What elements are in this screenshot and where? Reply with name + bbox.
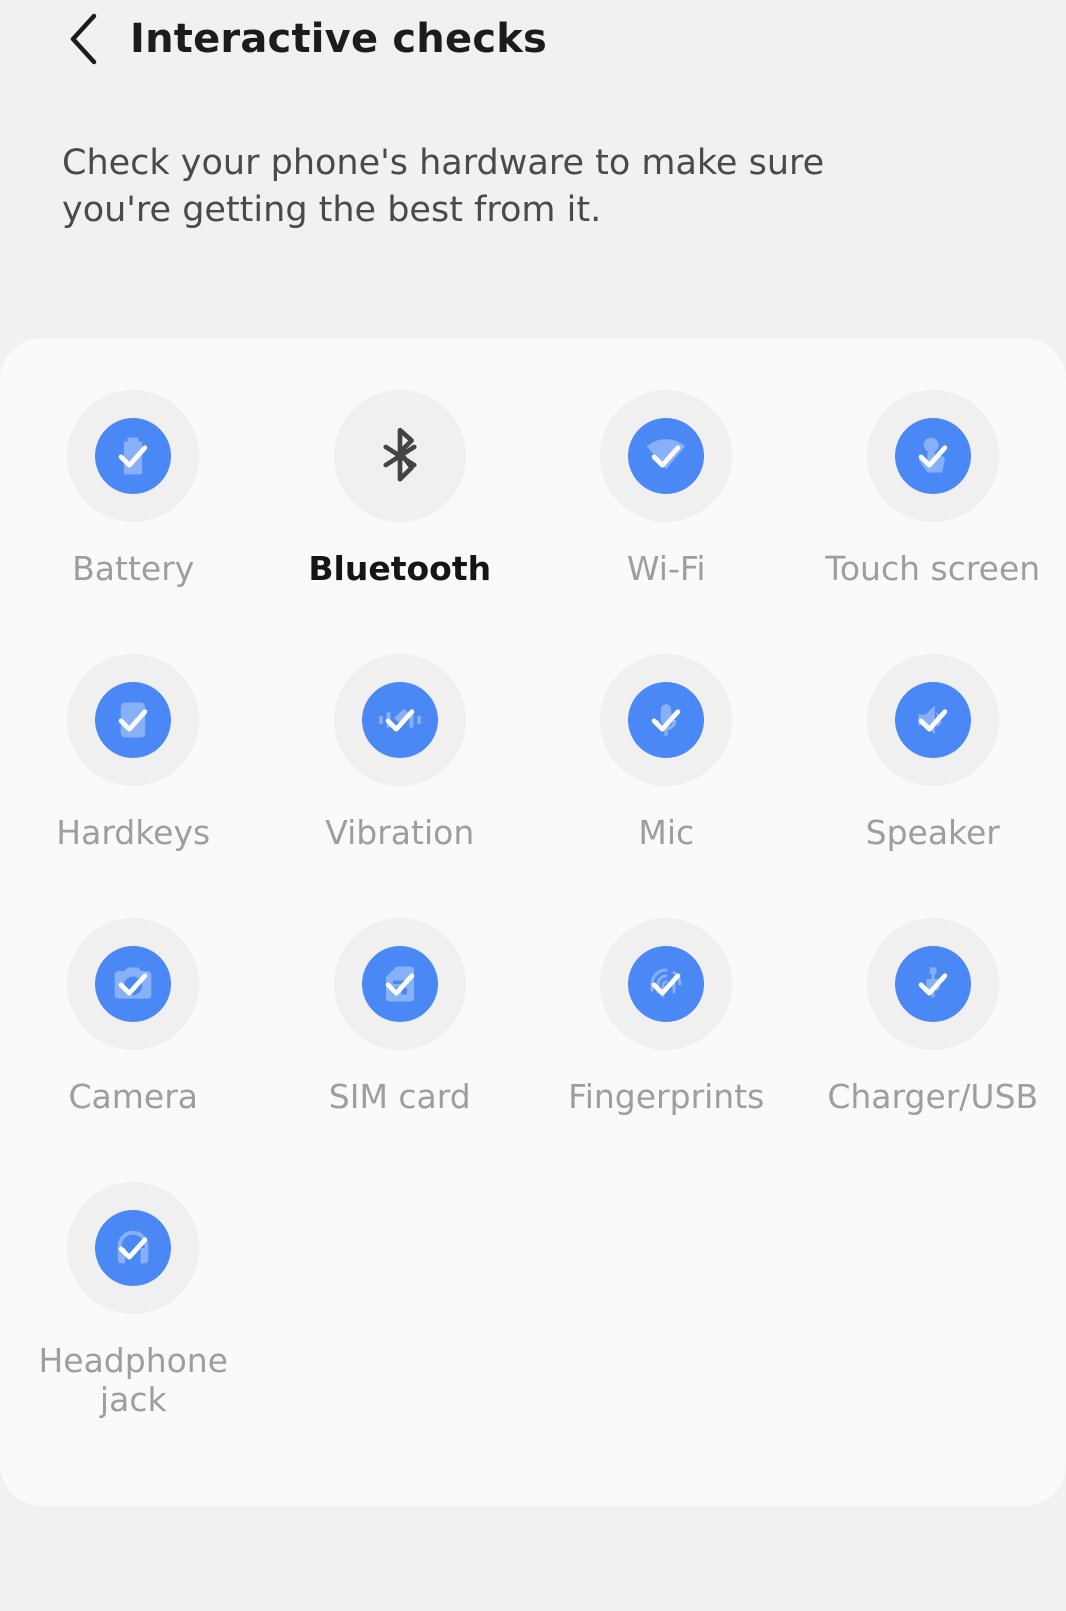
- check-item-label: Wi-Fi: [626, 549, 706, 588]
- check-icon-disc: [866, 654, 999, 786]
- check-icon-disc: [600, 918, 733, 1050]
- check-item-label: Camera: [68, 1077, 198, 1116]
- checkmark-icon: [378, 698, 422, 742]
- check-complete-badge: [894, 682, 971, 758]
- checkmark-icon: [111, 1226, 155, 1270]
- checkmark-icon: [911, 434, 955, 478]
- app-bar: Interactive checks: [0, 0, 1066, 78]
- check-icon-disc: [866, 390, 999, 522]
- check-item-label: Bluetooth: [308, 549, 492, 588]
- check-icon-disc: [67, 390, 200, 522]
- check-complete-badge: [95, 1210, 172, 1286]
- check-item-label: Charger/USB: [827, 1077, 1039, 1116]
- check-complete-badge: [894, 946, 971, 1022]
- checkmark-icon: [111, 962, 155, 1006]
- bluetooth-icon: [369, 425, 431, 487]
- check-complete-badge: [628, 418, 705, 494]
- back-button[interactable]: [56, 12, 110, 66]
- check-complete-badge: [361, 682, 438, 758]
- check-item-label: Battery: [72, 549, 195, 588]
- check-item-camera[interactable]: Camera: [0, 918, 267, 1182]
- checkmark-icon: [111, 434, 155, 478]
- check-item-fingerprints[interactable]: Fingerprints: [533, 918, 800, 1182]
- check-item-touch-screen[interactable]: Touch screen: [800, 390, 1066, 654]
- check-item-label: Vibration: [325, 813, 475, 852]
- check-complete-badge: [628, 946, 705, 1022]
- checks-grid: Battery Bluetooth Wi-Fi Touch screen Hardkey…: [0, 338, 1066, 1446]
- check-icon-disc: [67, 918, 200, 1050]
- check-icon-disc: [67, 1182, 200, 1314]
- check-icon-disc: [333, 918, 466, 1050]
- checks-card: Battery Bluetooth Wi-Fi Touch screen Hardkey…: [0, 338, 1066, 1506]
- check-complete-badge: [628, 682, 705, 758]
- checkmark-icon: [378, 962, 422, 1006]
- check-icon-disc: [866, 918, 999, 1050]
- check-item-headphone-jack[interactable]: Headphone jack: [0, 1182, 267, 1446]
- check-complete-badge: [95, 682, 172, 758]
- checkmark-icon: [644, 962, 688, 1006]
- check-item-battery[interactable]: Battery: [0, 390, 267, 654]
- check-item-wi-fi[interactable]: Wi-Fi: [533, 390, 800, 654]
- chevron-left-icon: [66, 12, 100, 66]
- check-item-label: SIM card: [328, 1077, 471, 1116]
- check-icon-disc: [600, 390, 733, 522]
- check-item-hardkeys[interactable]: Hardkeys: [0, 654, 267, 918]
- check-icon-disc: [600, 654, 733, 786]
- description-text: Check your phone's hardware to make sure…: [62, 143, 825, 230]
- check-item-vibration[interactable]: Vibration: [267, 654, 534, 918]
- check-item-label: Mic: [638, 813, 695, 852]
- check-item-label: Speaker: [865, 813, 1000, 852]
- check-icon-disc: [333, 654, 466, 786]
- check-item-label: Fingerprints: [568, 1077, 765, 1116]
- check-item-label: Headphone jack: [38, 1341, 229, 1419]
- checkmark-icon: [911, 962, 955, 1006]
- check-item-mic[interactable]: Mic: [533, 654, 800, 918]
- checkmark-icon: [911, 698, 955, 742]
- check-item-speaker[interactable]: Speaker: [800, 654, 1066, 918]
- check-item-label: Hardkeys: [56, 813, 211, 852]
- check-icon-disc: [333, 390, 466, 522]
- check-item-sim-card[interactable]: SIM card: [267, 918, 534, 1182]
- check-complete-badge: [95, 418, 172, 494]
- check-complete-badge: [95, 946, 172, 1022]
- checkmark-icon: [111, 698, 155, 742]
- check-complete-badge: [361, 946, 438, 1022]
- check-complete-badge: [894, 418, 971, 494]
- page-title: Interactive checks: [130, 16, 548, 62]
- check-icon-disc: [67, 654, 200, 786]
- checkmark-icon: [644, 698, 688, 742]
- checkmark-icon: [644, 434, 688, 478]
- check-item-charger-usb[interactable]: Charger/USB: [800, 918, 1066, 1182]
- check-item-label: Touch screen: [825, 549, 1041, 588]
- check-item-bluetooth[interactable]: Bluetooth: [267, 390, 534, 654]
